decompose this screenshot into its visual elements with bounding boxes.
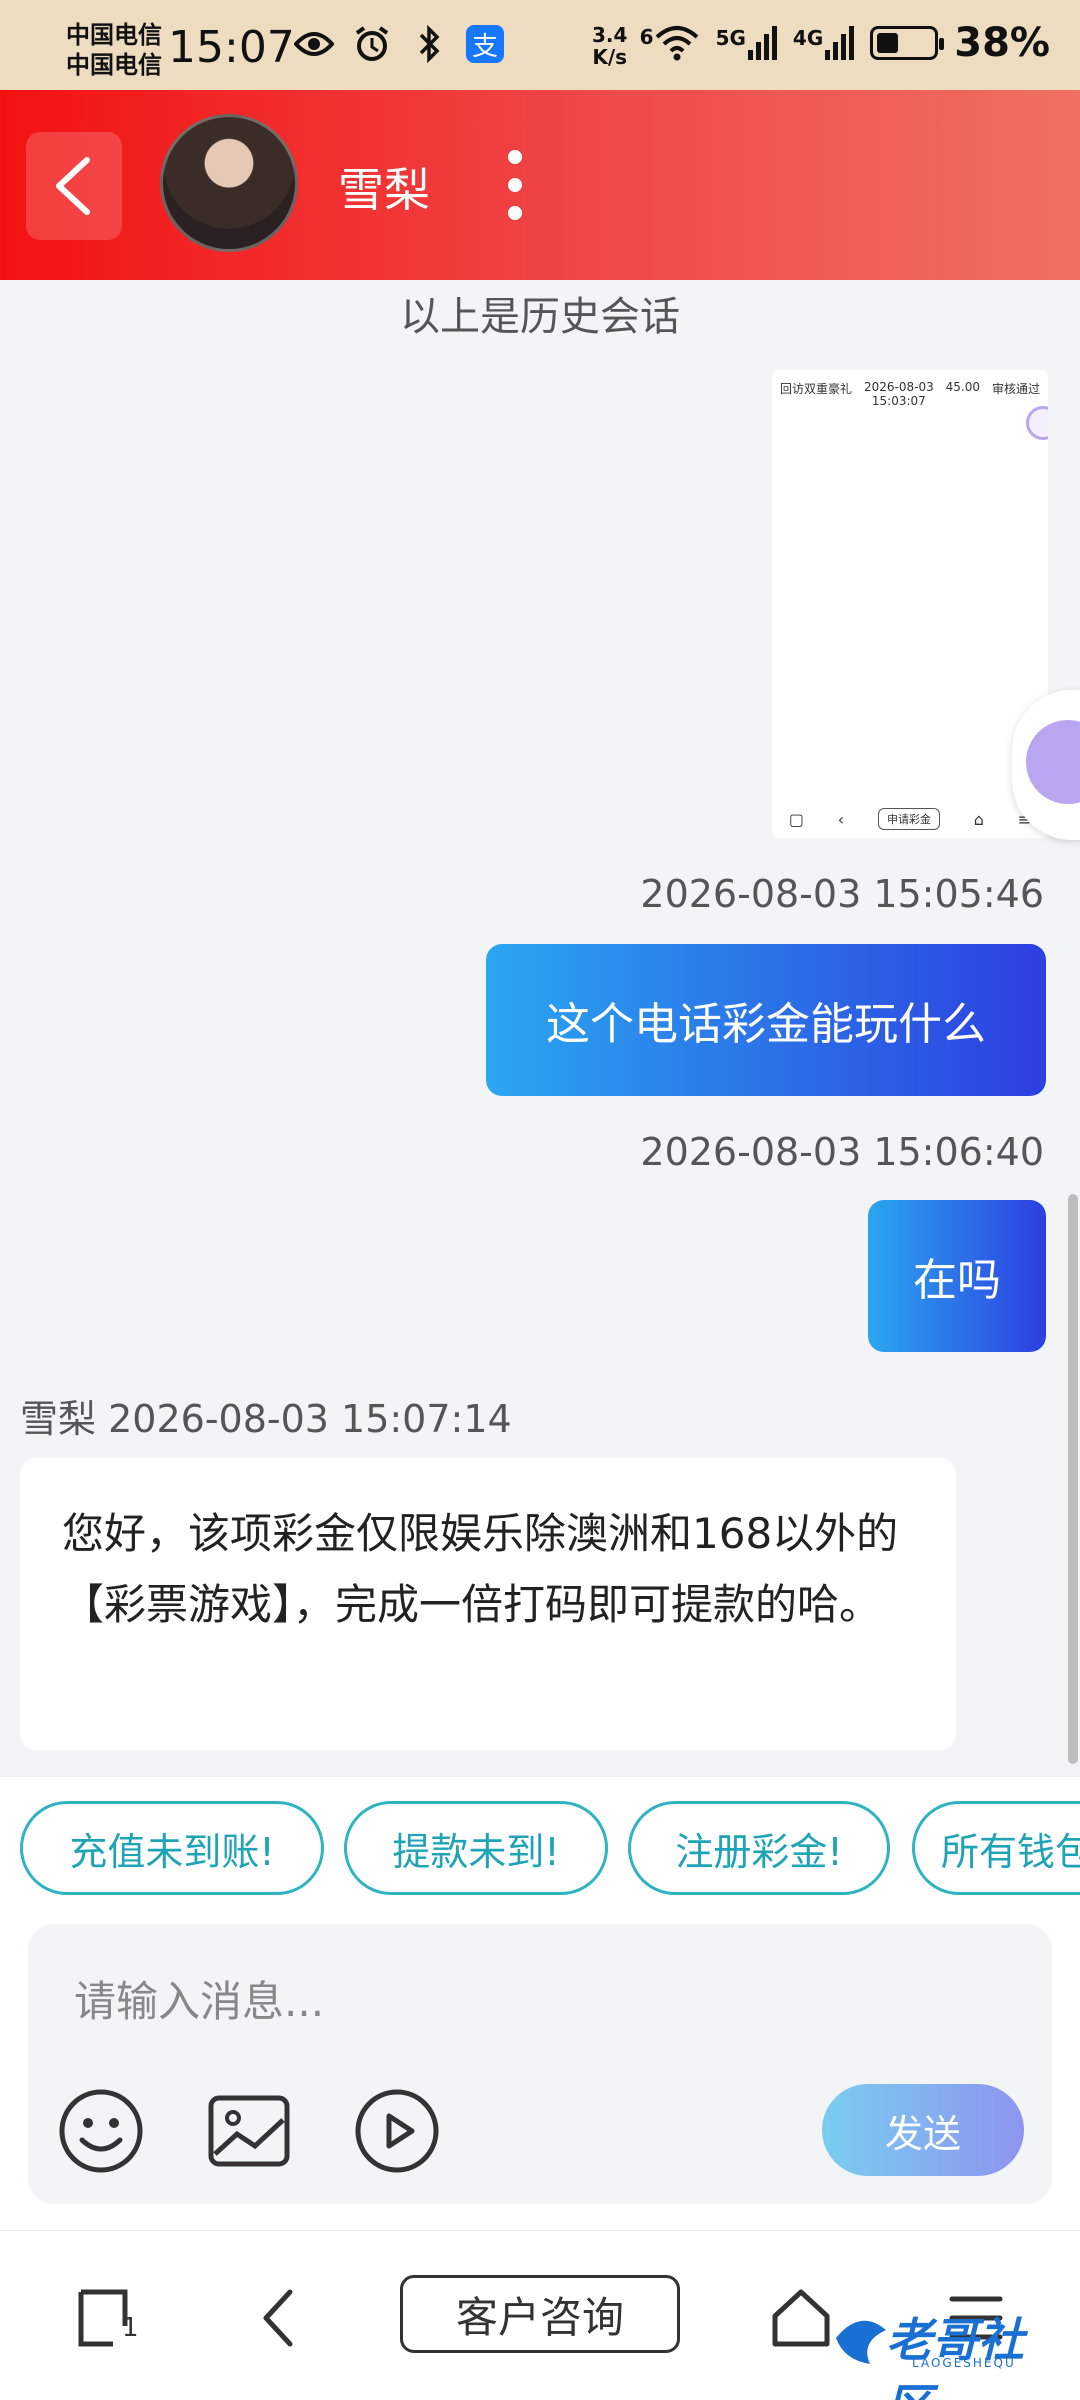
speed-value: 3.4 [592, 23, 628, 47]
wifi-icon: 6 [640, 25, 700, 61]
message-timestamp: 2026-08-03 15:06:40 [640, 1130, 1044, 1174]
thumb-datetime: 2026-08-03 15:03:07 [864, 380, 934, 408]
battery-level [877, 33, 898, 53]
contact-name: 雪梨 [338, 163, 430, 217]
chevron-left-icon [263, 2289, 293, 2347]
fish-logo-icon [836, 2320, 886, 2364]
carrier-label: 中国电信 中国电信 [66, 20, 162, 80]
image-message[interactable]: 回访双重豪礼 2026-08-03 15:03:07 45.00 审核通过 ▢ … [772, 370, 1048, 838]
bluetooth-icon [408, 24, 452, 64]
clock: 15:07 [168, 22, 295, 73]
home-icon [772, 2289, 830, 2347]
thumbnail-nav: ▢ ‹ 申请彩金 ⌂ ≡ [772, 808, 1048, 830]
status-bar: 中国电信 中国电信 15:07 支 3.4 K/s 6 5G 4G 38% [0, 0, 1080, 90]
quick-replies: 充值未到账! 提款未到! 注册彩金! 所有钱包 [0, 1776, 1080, 1924]
send-button[interactable]: 发送 [822, 2084, 1024, 2176]
signal-1-label: 5G [715, 26, 746, 50]
history-note: 以上是历史会话 [400, 294, 680, 340]
more-options-icon[interactable] [500, 150, 530, 220]
signal-bars-1 [747, 26, 777, 60]
speed-unit: K/s [592, 45, 628, 69]
chevron-left-icon [56, 157, 90, 215]
signal-4g-icon: 4G [792, 26, 855, 60]
outgoing-message[interactable]: 在吗 [868, 1200, 1046, 1352]
watermark-text: 老哥社区 [886, 2313, 1024, 2400]
message-timestamp: 2026-08-03 15:07:14 [108, 1397, 512, 1441]
network-speed: 3.4 K/s [592, 24, 627, 68]
eye-icon [292, 24, 336, 64]
status-icons: 支 [292, 24, 504, 64]
chat-header: 雪梨 [0, 90, 1080, 280]
message-timestamp: 2026-08-03 15:05:46 [640, 872, 1044, 916]
composer-box: 发送 [28, 1924, 1052, 2204]
alarm-icon [350, 24, 394, 64]
incoming-meta: 雪梨 2026-08-03 15:07:14 [20, 1388, 512, 1443]
thumb-badge-icon [1026, 406, 1048, 440]
watermark-logo: 老哥社区 LAOGESHEQU [830, 2300, 1066, 2400]
battery-icon [870, 26, 945, 60]
carrier-1: 中国电信 [66, 21, 162, 49]
tabs-icon: ▢ [788, 809, 805, 829]
watermark-subtext: LAOGESHEQU [912, 2356, 1016, 2370]
back-nav-button[interactable] [248, 2283, 308, 2353]
alipay-icon: 支 [466, 25, 504, 63]
back-icon: ‹ [837, 809, 845, 829]
signal-2-label: 4G [792, 26, 824, 50]
thumbnail-row: 回访双重豪礼 2026-08-03 15:03:07 45.00 审核通过 [772, 370, 1048, 418]
thumb-time: 15:03:07 [871, 394, 926, 408]
status-right: 6 5G 4G 38% [640, 20, 1050, 66]
thumb-status: 审核通过 [991, 382, 1040, 396]
quick-reply-chip[interactable]: 所有钱包 [912, 1801, 1080, 1895]
battery-percent: 38% [954, 20, 1050, 66]
image-icon[interactable] [206, 2088, 292, 2174]
thumb-amount: 45.00 [945, 380, 981, 394]
signal-5g-icon: 5G [716, 26, 777, 60]
back-button[interactable] [26, 132, 122, 240]
message-input[interactable] [74, 1966, 974, 2036]
thumb-nav-button: 申请彩金 [877, 808, 940, 830]
tab-count: 1 [122, 2313, 139, 2343]
quick-reply-chip[interactable]: 充值未到账! [20, 1801, 324, 1895]
chat-scrollbar[interactable] [1068, 1194, 1078, 1764]
outgoing-message[interactable]: 这个电话彩金能玩什么 [486, 944, 1046, 1096]
customer-service-button[interactable]: 客户咨询 [400, 2275, 680, 2353]
signal-bars-2 [825, 26, 855, 60]
quick-reply-chip[interactable]: 提款未到! [344, 1801, 608, 1895]
thumb-date: 2026-08-03 [863, 380, 934, 394]
video-play-icon[interactable] [354, 2088, 440, 2174]
wifi-label: 6 [639, 25, 654, 49]
home-icon: ⌂ [973, 809, 984, 829]
avatar[interactable] [160, 114, 298, 252]
home-button[interactable] [766, 2283, 836, 2353]
sender-name: 雪梨 [20, 1397, 97, 1441]
quick-reply-chip[interactable]: 注册彩金! [628, 1801, 890, 1895]
emoji-icon[interactable] [58, 2088, 144, 2174]
composer: 发送 [0, 1924, 1080, 2230]
thumb-label: 回访双重豪礼 [780, 382, 853, 396]
carrier-2: 中国电信 [66, 51, 162, 79]
incoming-message[interactable]: 您好，该项彩金仅限娱乐除澳洲和168以外的【彩票游戏】，完成一倍打码即可提款的哈… [20, 1458, 956, 1750]
tabs-button[interactable]: 1 [70, 2283, 140, 2353]
